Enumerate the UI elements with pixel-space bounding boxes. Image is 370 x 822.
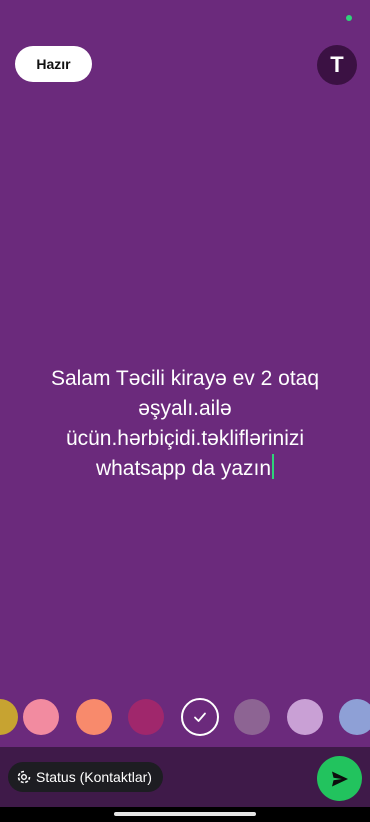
- message-line: ücün.hərbiçidi.təkliflərinizi: [65, 427, 305, 450]
- status-audience-button[interactable]: Status (Kontaktlar): [8, 762, 163, 792]
- text-caret: [272, 454, 275, 479]
- status-ring-icon: [17, 770, 31, 784]
- home-indicator[interactable]: [114, 812, 256, 816]
- done-button[interactable]: Hazır: [15, 46, 92, 82]
- status-indicator-dot: [346, 15, 352, 21]
- color-palette: [0, 697, 370, 737]
- system-navigation-area: [0, 807, 370, 822]
- message-line-last: whatsapp da yazın: [20, 454, 350, 484]
- color-swatch-magenta[interactable]: [128, 699, 164, 735]
- message-line: Salam Təcili kirayə ev 2 otaq: [50, 367, 320, 390]
- color-swatch-lilac[interactable]: [287, 699, 323, 735]
- bottom-bar: Status (Kontaktlar): [0, 747, 370, 807]
- text-format-button[interactable]: T: [317, 45, 357, 85]
- color-swatch-purple-selected[interactable]: [181, 698, 219, 736]
- check-icon: [194, 712, 206, 722]
- color-swatch-pink[interactable]: [23, 699, 59, 735]
- color-swatch-periwinkle[interactable]: [339, 699, 370, 735]
- send-button[interactable]: [317, 756, 362, 801]
- color-swatch-mauve[interactable]: [234, 699, 270, 735]
- color-swatch-coral[interactable]: [76, 699, 112, 735]
- status-text-editor[interactable]: Salam Təcili kirayə ev 2 otaq əşyalı.ail…: [20, 364, 350, 484]
- status-audience-label: Status (Kontaktlar): [36, 769, 152, 785]
- send-arrow-icon: [331, 771, 348, 786]
- text-format-icon: T: [330, 52, 344, 77]
- message-line: əşyalı.ailə: [138, 397, 232, 420]
- color-swatch-mustard[interactable]: [0, 699, 18, 735]
